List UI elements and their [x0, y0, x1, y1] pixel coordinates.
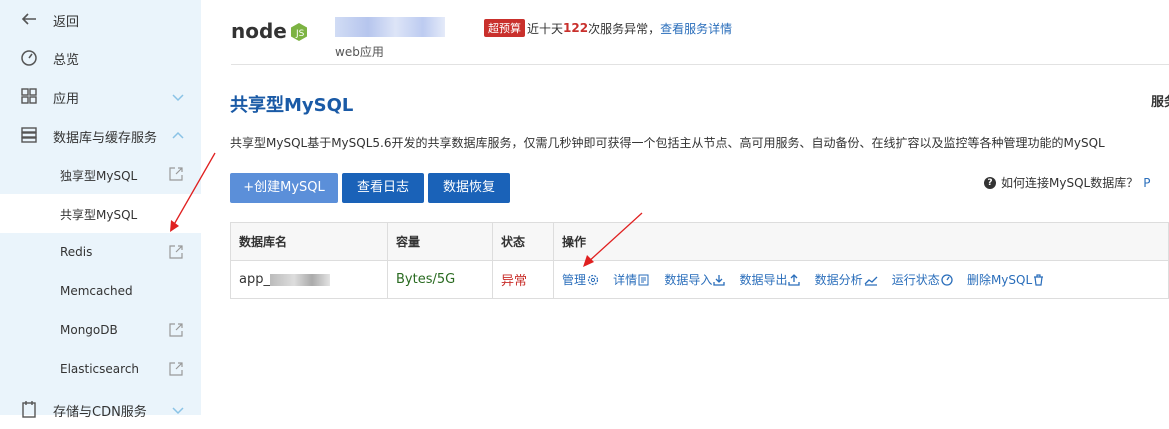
capacity-cell: Bytes/5G [387, 260, 493, 299]
svg-text:node: node [231, 19, 287, 43]
status-cell: 异常 [492, 260, 554, 299]
data-analysis-link[interactable]: 数据分析 [815, 273, 878, 287]
sidebar-item-label: 数据库与缓存服务 [53, 131, 158, 146]
sidebar-item-label: 应用 [53, 92, 80, 107]
svg-text:JS: JS [295, 29, 305, 39]
gear-icon [587, 274, 599, 286]
warning-prefix: 近十天 [527, 21, 564, 36]
sidebar-subitem-mongodb[interactable]: MongoDB [0, 311, 201, 350]
table-header-row: 数据库名 容量 状态 操作 [230, 222, 1169, 261]
delete-mysql-label: 删除MySQL [966, 273, 1033, 287]
help-link[interactable]: P [1143, 176, 1150, 190]
export-icon [788, 274, 801, 286]
status-gauge-icon [941, 274, 953, 286]
manage-label: 管理 [562, 273, 587, 287]
sidebar-subitem-label: Elasticsearch [60, 362, 140, 376]
grid-icon [21, 88, 37, 104]
manage-link[interactable]: 管理 [562, 273, 599, 287]
service-label-truncated: 服务 [1151, 95, 1169, 110]
column-header-name: 数据库名 [230, 222, 388, 261]
annotation-arrow-icon [170, 152, 216, 232]
column-header-capacity: 容量 [387, 222, 493, 261]
external-link-icon [169, 245, 183, 259]
mysql-table: 数据库名 容量 状态 操作 app_ Bytes/5G 异常 管理 详情 数据导… [230, 222, 1169, 299]
view-logs-button[interactable]: 查看日志 [342, 173, 424, 203]
database-icon [21, 127, 37, 143]
sidebar-item-label: 存储与CDN服务 [53, 405, 147, 420]
external-link-icon [169, 323, 183, 337]
sidebar-subitem-label: 独享型MySQL [60, 169, 138, 183]
external-link-icon [169, 362, 183, 376]
run-status-label: 运行状态 [891, 273, 940, 287]
chevron-down-icon [172, 94, 184, 102]
data-restore-button[interactable]: 数据恢复 [428, 173, 510, 203]
dashboard-icon [21, 50, 37, 66]
sidebar-subitem-redis[interactable]: Redis [0, 233, 201, 272]
data-analysis-label: 数据分析 [814, 273, 863, 287]
db-name: app_ [239, 272, 270, 287]
annotation-arrow-icon [583, 212, 643, 267]
sidebar-subitem-label: Memcached [60, 284, 133, 298]
app-name-redacted [335, 17, 445, 37]
db-name-cell: app_ [230, 260, 388, 299]
sidebar-item-label: 总览 [53, 53, 80, 68]
sidebar-subitem-elasticsearch[interactable]: Elasticsearch [0, 350, 201, 389]
sidebar-item-storage-cdn[interactable]: 存储与CDN服务 [0, 390, 201, 429]
page-title: 共享型MySQL [230, 95, 354, 116]
divider [231, 64, 1169, 65]
view-service-details-link[interactable]: 查看服务详情 [660, 20, 732, 37]
column-header-status: 状态 [492, 222, 554, 261]
sidebar-item-overview[interactable]: 总览 [0, 38, 201, 77]
data-import-link[interactable]: 数据导入 [664, 273, 725, 287]
sidebar-back-label: 返回 [53, 15, 80, 30]
back-arrow-icon [21, 13, 36, 25]
sidebar-subitem-label: MongoDB [60, 323, 118, 337]
sidebar-back[interactable]: 返回 [0, 0, 201, 39]
warning-suffix: 次服务异常， [588, 21, 661, 36]
trash-icon [1034, 274, 1044, 286]
db-name-redacted [269, 273, 330, 286]
help-text: 如何连接MySQL数据库？ [1001, 176, 1139, 190]
details-icon [638, 274, 649, 286]
sidebar-subitem-label: Redis [60, 245, 93, 259]
data-export-label: 数据导出 [739, 273, 788, 287]
data-import-label: 数据导入 [664, 273, 713, 287]
details-link[interactable]: 详情 [613, 273, 650, 287]
sidebar-subitem-memcached[interactable]: Memcached [0, 272, 201, 311]
warning-count: 122 [563, 21, 589, 35]
data-export-link[interactable]: 数据导出 [739, 273, 801, 287]
storage-icon [22, 401, 36, 418]
create-mysql-button[interactable]: +创建MySQL [230, 173, 338, 203]
over-budget-badge: 超预算 [484, 19, 525, 37]
nodejs-logo: node JS [231, 19, 307, 43]
page-description: 共享型MySQL基于MySQL5.6开发的共享数据库服务，仅需几秒钟即可获得一个… [230, 136, 1105, 150]
chevron-up-icon [172, 131, 184, 139]
service-warning: 超预算 近十天 122 次服务异常， 查看服务详情 [484, 19, 732, 37]
sidebar-subitem-label: 共享型MySQL [60, 208, 138, 222]
import-icon [713, 275, 725, 286]
chevron-down-icon [172, 407, 184, 415]
run-status-link[interactable]: 运行状态 [892, 273, 953, 287]
sidebar-item-apps[interactable]: 应用 [0, 77, 201, 116]
delete-mysql-link[interactable]: 删除MySQL [967, 273, 1044, 287]
question-icon: ? [984, 176, 996, 189]
chart-icon [864, 276, 878, 286]
details-label: 详情 [613, 273, 638, 287]
help-connect-mysql[interactable]: ? 如何连接MySQL数据库？ P [984, 174, 1150, 191]
table-row: app_ Bytes/5G 异常 管理 详情 数据导入 数据导出 数据分析 运行… [230, 260, 1169, 299]
app-type-label: web应用 [335, 45, 384, 59]
